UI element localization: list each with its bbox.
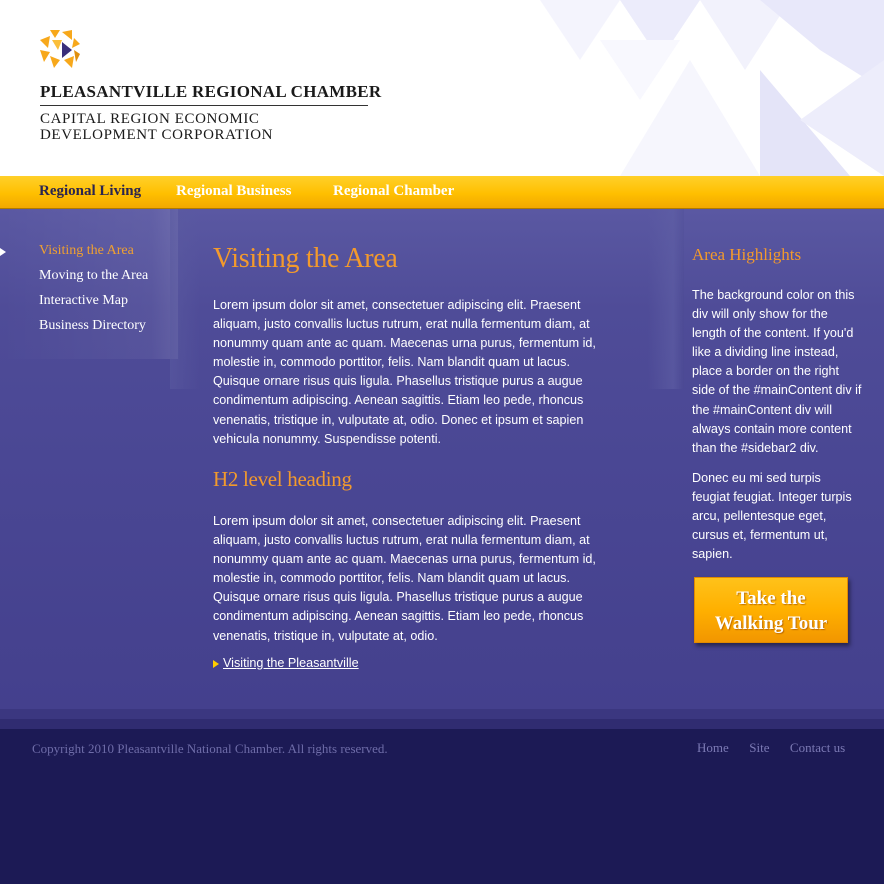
walking-tour-button[interactable]: Take the Walking Tour: [694, 577, 848, 643]
area-highlights-paragraph-1: The background color on this div will on…: [692, 288, 862, 455]
section-heading: H2 level heading: [213, 467, 352, 491]
main-paragraph-2: Lorem ipsum dolor sit amet, consectetuer…: [213, 514, 596, 643]
site-header: PLEASANTVILLE REGIONAL CHAMBER CAPITAL R…: [0, 0, 884, 176]
header-divider: [40, 105, 368, 106]
topnav-item-regional-business[interactable]: Regional Business: [176, 183, 291, 200]
footer-links: Home Site Contact us: [697, 739, 861, 757]
content-area: Visiting the Area Moving to the Area Int…: [0, 209, 884, 709]
sidebar-item-interactive-map[interactable]: Interactive Map: [39, 293, 148, 318]
sidebar-item-business-directory[interactable]: Business Directory: [39, 318, 148, 343]
page-title: Visiting the Area: [213, 243, 398, 274]
footer-link-site[interactable]: Site: [749, 740, 769, 755]
sidebar-item-visiting-the-area[interactable]: Visiting the Area: [39, 243, 148, 268]
site-footer: Copyright 2010 Pleasantville National Ch…: [0, 729, 884, 884]
org-subtitle-line2: DEVELOPMENT CORPORATION: [40, 127, 274, 143]
area-highlights-sidebar: Area Highlights The background color on …: [692, 245, 862, 575]
footer-band-top: [0, 709, 884, 719]
active-nav-arrow-icon: [0, 248, 6, 256]
footer-link-home[interactable]: Home: [697, 740, 729, 755]
walking-tour-button-line2: Walking Tour: [714, 613, 828, 634]
hexagon-cube-logo-icon: [40, 30, 80, 68]
footer-band-middle: [0, 719, 884, 729]
column-shadow-left: [170, 209, 200, 389]
topnav-item-regional-chamber[interactable]: Regional Chamber: [333, 183, 454, 200]
more-link-row: Visiting the Pleasantville: [213, 656, 359, 670]
main-content: Visiting the Area Lorem ipsum dolor sit …: [213, 243, 613, 670]
visiting-pleasantville-link[interactable]: Visiting the Pleasantville: [223, 656, 359, 670]
footer-link-contact[interactable]: Contact us: [790, 740, 845, 755]
org-subtitle-line1: CAPITAL REGION ECONOMIC: [40, 111, 260, 127]
column-shadow-right: [648, 209, 684, 389]
org-name: PLEASANTVILLE REGIONAL CHAMBER: [40, 82, 382, 101]
link-bullet-icon: [213, 659, 219, 668]
area-highlights-title: Area Highlights: [692, 245, 802, 264]
walking-tour-button-line1: Take the: [736, 588, 806, 609]
copyright-text: Copyright 2010 Pleasantville National Ch…: [32, 741, 388, 756]
sidebar-item-moving-to-the-area[interactable]: Moving to the Area: [39, 268, 148, 293]
main-paragraph-1: Lorem ipsum dolor sit amet, consectetuer…: [213, 298, 596, 446]
org-subtitle: CAPITAL REGION ECONOMIC DEVELOPMENT CORP…: [40, 111, 380, 143]
sidebar-navigation: Visiting the Area Moving to the Area Int…: [39, 243, 148, 343]
top-navigation: Regional Living Regional Business Region…: [0, 176, 884, 209]
topnav-item-regional-living[interactable]: Regional Living: [39, 183, 141, 200]
area-highlights-paragraph-2: Donec eu mi sed turpis feugiat feugiat. …: [692, 470, 852, 562]
